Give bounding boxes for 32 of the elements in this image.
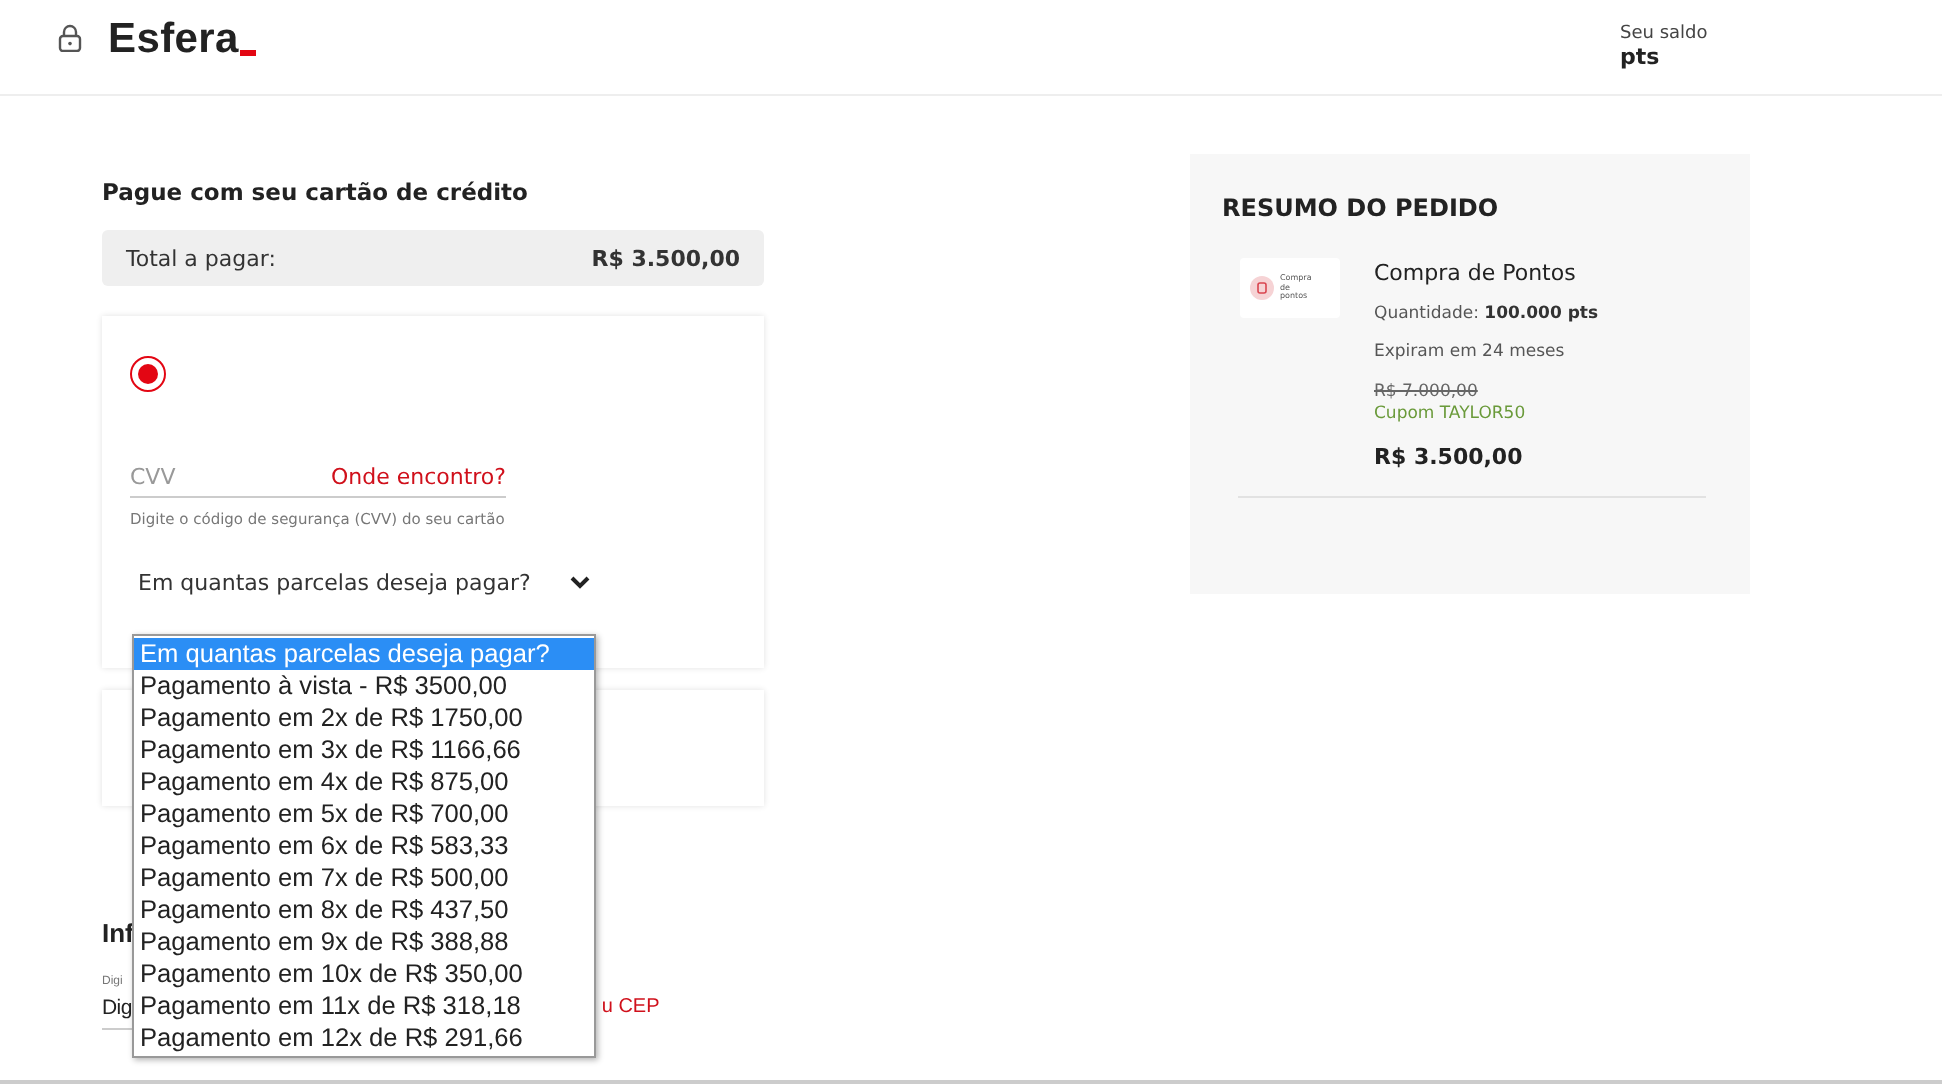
dropdown-option[interactable]: Pagamento em 4x de R$ 875,00 bbox=[134, 766, 594, 798]
total-label: Total a pagar: bbox=[126, 245, 276, 271]
installments-select[interactable]: Em quantas parcelas deseja pagar? bbox=[130, 570, 590, 596]
lock-icon bbox=[58, 23, 82, 51]
dropdown-option[interactable]: Pagamento em 9x de R$ 388,88 bbox=[134, 926, 594, 958]
expiry-text: Expiram em 24 meses bbox=[1374, 342, 1567, 362]
dropdown-option[interactable]: Pagamento em 10x de R$ 350,00 bbox=[134, 958, 594, 990]
summary-title: RESUMO DO PEDIDO bbox=[1222, 194, 1501, 222]
cep-link[interactable]: u CEP bbox=[601, 996, 660, 1018]
chevron-down-icon bbox=[570, 576, 590, 590]
cvv-help-link[interactable]: Onde encontro? bbox=[330, 464, 506, 490]
section-title: Pague com seu cartão de crédito bbox=[102, 178, 530, 206]
dropdown-option[interactable]: Pagamento em 8x de R$ 437,50 bbox=[134, 894, 594, 926]
product-name: Compra de Pontos bbox=[1374, 260, 1578, 286]
balance-label: Seu saldo bbox=[1620, 24, 1710, 44]
logo[interactable]: Esfera bbox=[108, 15, 257, 79]
dropdown-option[interactable]: Pagamento em 3x de R$ 1166,66 bbox=[134, 734, 594, 766]
section-title: Inf bbox=[102, 918, 134, 948]
dropdown-option[interactable]: Pagamento em 11x de R$ 318,18 bbox=[134, 990, 594, 1022]
dropdown-option[interactable]: Pagamento em 7x de R$ 500,00 bbox=[134, 862, 594, 894]
dropdown-option[interactable]: Pagamento em 5x de R$ 700,00 bbox=[134, 798, 594, 830]
total-value: R$ 3.500,00 bbox=[591, 245, 740, 271]
dropdown-option[interactable]: Pagamento em 6x de R$ 583,33 bbox=[134, 830, 594, 862]
quantity-text: Quantidade: 100.000 pts bbox=[1374, 304, 1599, 324]
radio-button[interactable] bbox=[130, 356, 166, 392]
dropdown-option[interactable]: Pagamento à vista - R$ 3500,00 bbox=[134, 670, 594, 702]
balance-value: pts bbox=[1620, 44, 1662, 70]
old-price: R$ 7.000,00 bbox=[1374, 382, 1480, 402]
dropdown-option[interactable]: Pagamento em 12x de R$ 291,66 bbox=[134, 1022, 594, 1054]
price: R$ 3.500,00 bbox=[1374, 444, 1525, 470]
dropdown-option[interactable]: Pagamento em 2x de R$ 1750,00 bbox=[134, 702, 594, 734]
coupon-text: Cupom TAYLOR50 bbox=[1374, 404, 1528, 424]
